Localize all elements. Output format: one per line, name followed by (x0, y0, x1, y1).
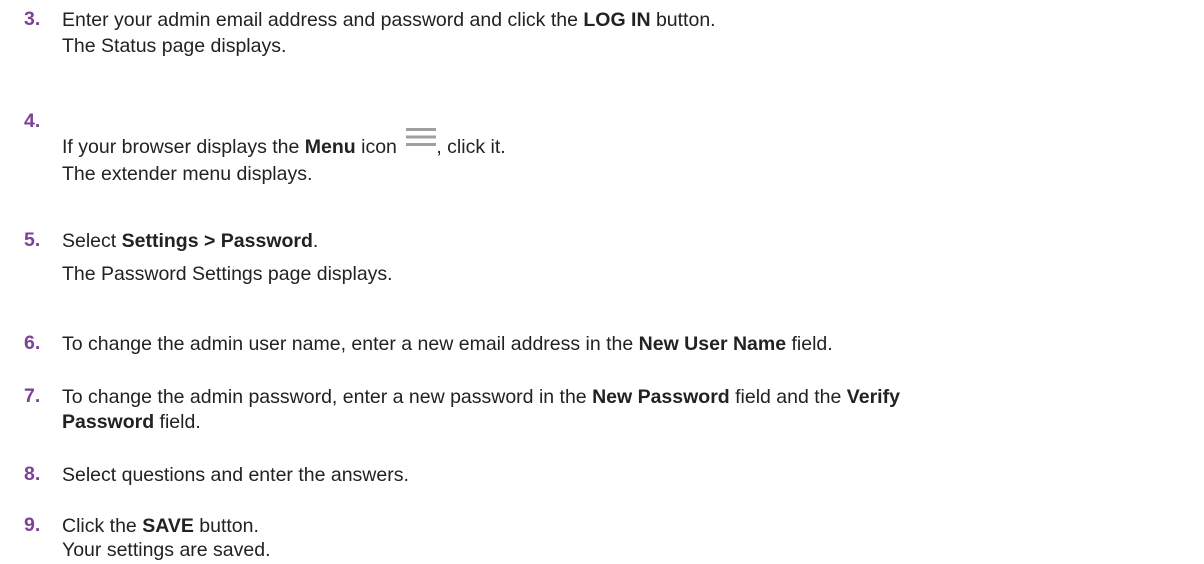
step-number: 4. (24, 110, 41, 132)
step-text: To change the admin password, enter a ne… (62, 385, 900, 409)
ui-term: Settings > Password (121, 230, 313, 252)
step-text: Select Settings > Password. (62, 229, 318, 253)
step-number: 5. (24, 229, 41, 251)
step-result: Your settings are saved. (62, 539, 271, 561)
text-run: . (312, 230, 319, 252)
step-result: The extender menu displays. (62, 163, 313, 185)
ui-term: Verify (846, 386, 900, 408)
ui-term: Password (62, 411, 155, 433)
step-text-continued: Password field. (62, 410, 201, 434)
ui-term: New Password (592, 386, 730, 408)
step-text: If your browser displays the Menu icon ,… (62, 128, 506, 159)
step-result: The Status page displays. (62, 35, 287, 57)
text-run: To change the admin user name, enter a n… (62, 333, 639, 355)
text-run: icon (355, 136, 403, 158)
text-run: , click it. (436, 136, 506, 158)
step-number: 7. (24, 385, 41, 407)
step-number: 8. (24, 463, 41, 485)
step-number: 6. (24, 332, 41, 354)
step-text: Enter your admin email address and passw… (62, 8, 716, 32)
text-run: field. (786, 333, 833, 355)
text-run: button. (193, 515, 259, 537)
ui-term: LOG IN (583, 9, 651, 31)
step-number: 9. (24, 514, 41, 536)
ui-term: New User Name (638, 333, 787, 355)
text-run: Select (62, 230, 122, 252)
text-run: field. (154, 411, 201, 433)
text-run: Click the (62, 515, 143, 537)
hamburger-menu-icon (406, 127, 437, 147)
step-text: Click the SAVE button. (62, 514, 259, 538)
ui-term: Menu (304, 136, 356, 158)
step-text: Select questions and enter the answers. (62, 464, 409, 486)
text-run: To change the admin password, enter a ne… (62, 386, 593, 408)
text-run: Enter your admin email address and passw… (62, 9, 584, 31)
step-result: The Password Settings page displays. (62, 263, 393, 285)
step-number: 3. (24, 8, 41, 30)
ui-term: SAVE (142, 515, 194, 537)
text-run: button. (650, 9, 716, 31)
text-run: If your browser displays the (62, 136, 305, 158)
step-text: To change the admin user name, enter a n… (62, 332, 833, 356)
text-run: field and the (729, 386, 847, 408)
